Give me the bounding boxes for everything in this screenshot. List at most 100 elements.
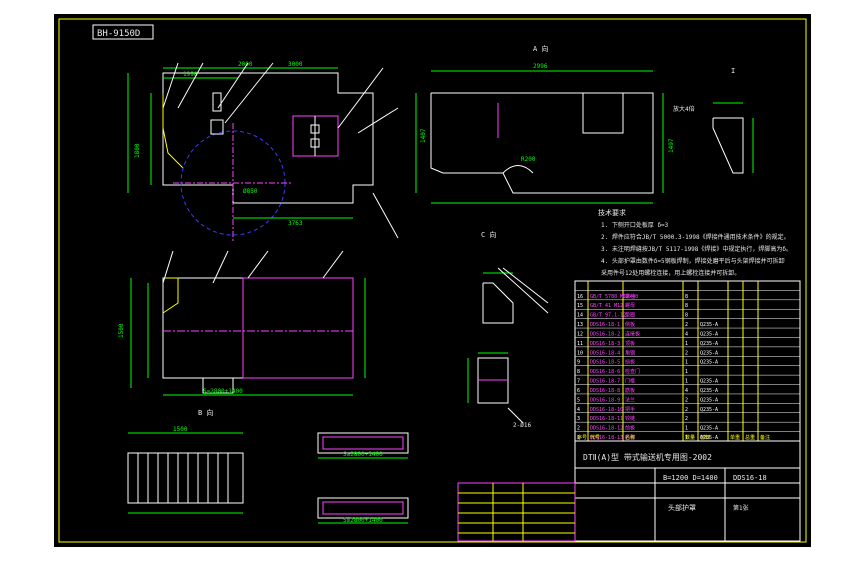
note-line-2: 2. 焊件应符合JB/T 5000.3-1998《焊接件通用技术条件》的规定。: [601, 233, 790, 241]
note-line-4: 4. 头部护罩由数件δ=5钢板焊制，焊接处磨平后与头架焊接并可拆卸: [601, 257, 785, 265]
note-line-3: 3. 未注明焊缝按JB/T 5117-1998《焊接》中规定执行，焊脚高为δ。: [601, 245, 792, 253]
bom-cell: 2: [685, 397, 688, 403]
bom-cell: 1: [685, 360, 688, 366]
bom-cell: 2: [685, 322, 688, 328]
note-line-5: 采用件号12处用螺栓连接，用上螺栓连接并可拆卸。: [601, 269, 740, 277]
part-name: 头部护罩: [668, 503, 696, 512]
bom-cell: DDS16-18-3: [590, 341, 620, 347]
bom-cell: DDS16-18-8: [590, 388, 620, 394]
bom-cell: 1: [685, 426, 688, 432]
bom-cell: 筋板: [625, 387, 635, 394]
drawing-svg: BH-9150D 2000 3000 1998 1800 Ø850 3763 1…: [53, 13, 812, 548]
bom-cell: DDS16-18-6: [590, 369, 620, 375]
detail-scale: 放大4倍: [673, 105, 695, 113]
view-a: A 向 2996 1497 1407 R200: [415, 44, 675, 204]
bom-cell: DDS16-18-5: [590, 360, 620, 366]
bom-cell: DDS16-18-2: [590, 331, 620, 337]
dim-plate-2: S≥2800+1400: [343, 517, 383, 524]
bom-cell: 8: [685, 313, 688, 319]
bom-header-cell: 数量: [685, 434, 695, 441]
bom-cell: 铰链: [625, 415, 635, 422]
bom-cell: 8: [685, 294, 688, 300]
bom-cell: 15: [577, 303, 583, 309]
bom-cell: GB/T 41 M12: [590, 303, 623, 309]
bom-header-cell: 单重: [730, 434, 740, 441]
dim-3000: 3000: [288, 61, 303, 68]
bom-cell: Q235-A: [700, 350, 718, 356]
view-a-label: A 向: [533, 44, 548, 53]
dim-s2800: S≥2800+1400: [203, 388, 243, 395]
bom-cell: 4: [685, 388, 688, 394]
bom-header-cell: 备注: [760, 434, 770, 441]
top-view: 1500 S≥2800+1400: [118, 250, 366, 396]
bom-cell: 1: [685, 341, 688, 347]
bom-cell: 挡板: [625, 359, 635, 366]
bom-cell: 6: [577, 388, 580, 394]
bom-cell: 把手: [625, 406, 635, 413]
bom-cell: 角钢: [625, 349, 635, 356]
dim-850: Ø850: [243, 188, 258, 195]
bom-cell: DDS16-18-12: [590, 426, 623, 432]
bom-header-cell: 名称: [625, 434, 635, 441]
bom-cell: 螺栓: [625, 293, 635, 300]
bom-cell: 法兰: [625, 396, 635, 403]
detail-label: I: [731, 67, 735, 75]
revision-table: [457, 482, 576, 542]
bom-cell: 检查门: [625, 368, 640, 375]
bom-cell: 4: [685, 331, 688, 337]
bom-cell: 螺母: [625, 302, 635, 309]
bom-cell: Q235-A: [700, 379, 718, 385]
view-c-label: C 向: [481, 230, 496, 239]
bom-header-cell: 代号: [590, 434, 600, 441]
dim-2996: 2996: [533, 63, 548, 70]
bom-cell: 连接板: [625, 330, 640, 337]
bom-cell: DDS16-18-11: [590, 416, 623, 422]
bom-cell: 前板: [625, 425, 635, 432]
bom-cell: 2: [685, 407, 688, 413]
bom-cell: DDS16-18-9: [590, 397, 620, 403]
plate-view-1: S≥2800+1400: [317, 432, 409, 459]
bom-cell: Q235-A: [700, 341, 718, 347]
dim-2-16: 2-Ø16: [513, 422, 531, 429]
bom-cell: 10: [577, 350, 583, 356]
bom-cell: 4: [577, 407, 580, 413]
plate-view-2: S≥2800+1400: [317, 497, 409, 524]
bom-cell: DDS16-18-4: [590, 350, 620, 356]
bom-cell: 顶板: [625, 340, 635, 347]
view-c: C 向: [481, 230, 549, 324]
dim-1800: 1800: [134, 143, 141, 158]
title-block: DTⅡ(A)型 带式输送机专用图-2002 B=1200 D=1400 DDS1…: [574, 440, 801, 542]
cad-drawing-canvas[interactable]: BH-9150D 2000 3000 1998 1800 Ø850 3763 1…: [53, 13, 812, 548]
bom-cell: 14: [577, 313, 583, 319]
bom-cell: 8: [685, 303, 688, 309]
bom-cell: 2: [685, 416, 688, 422]
technical-notes: 技术要求 1. 下侧开口处板厚 δ=3 2. 焊件应符合JB/T 5000.3-…: [598, 208, 792, 277]
dim-1500: 1500: [118, 323, 125, 338]
sheet-no: 第1张: [733, 504, 749, 512]
bom-cell: 垫圈: [625, 312, 635, 319]
bom-cell: Q235-A: [700, 407, 718, 413]
bom-cell: DDS16-18-1: [590, 322, 620, 328]
bom-cell: Q235-A: [700, 397, 718, 403]
bom-cell: Q235-A: [700, 388, 718, 394]
bom-header-cell: 序号: [577, 434, 587, 441]
dim-1500-top: 1500: [173, 426, 188, 433]
bom-cell: 2: [685, 350, 688, 356]
bom-cell: 7: [577, 379, 580, 385]
bom-cell: 1: [685, 379, 688, 385]
bom-cell: 5: [577, 397, 580, 403]
bom-cell: 门框: [625, 378, 635, 385]
dim-1497: 1497: [668, 138, 675, 153]
notes-title: 技术要求: [598, 208, 626, 217]
bom-cell: 8: [577, 369, 580, 375]
bom-header-cell: 总重: [745, 434, 755, 441]
bom-cell: GB/T 97.1-12: [590, 313, 626, 319]
bom-cell: Q235-A: [700, 331, 718, 337]
stamp-text: BH-9150D: [97, 29, 140, 39]
grid-panel-view: B 向 1500: [127, 408, 244, 514]
bom-rows: 16 GB/T 5780 M12×40螺栓 815 GB/T 41 M12 螺母 814 G…: [575, 290, 800, 441]
dim-3763: 3763: [288, 220, 303, 227]
bom-cell: DDS16-18-7: [590, 379, 620, 385]
view-d: 2-Ø16: [467, 352, 531, 429]
bom-cell: 16: [577, 294, 583, 300]
